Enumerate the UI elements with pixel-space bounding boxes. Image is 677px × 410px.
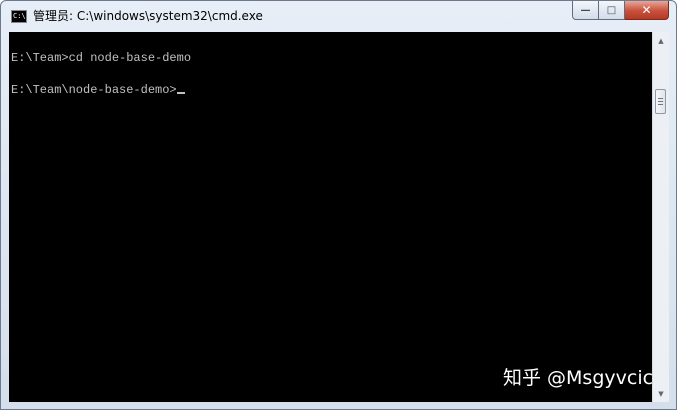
cmd-window: C:\ 管理员: C:\windows\system32\cmd.exe — □… bbox=[0, 0, 677, 410]
maximize-button[interactable]: □ bbox=[599, 1, 625, 20]
console-prompt-line: E:\Team\node-base-demo> bbox=[11, 83, 185, 97]
maximize-icon: □ bbox=[606, 4, 617, 16]
scroll-down-button[interactable]: ▼ bbox=[653, 385, 669, 402]
minimize-icon: — bbox=[580, 4, 591, 16]
close-button[interactable]: ✕ bbox=[625, 1, 669, 20]
grip-line bbox=[658, 98, 663, 99]
minimize-button[interactable]: — bbox=[572, 1, 599, 20]
window-controls: — □ ✕ bbox=[572, 1, 669, 20]
grip-line bbox=[658, 101, 663, 102]
close-icon: ✕ bbox=[641, 3, 652, 17]
console-prompt: E:\Team\node-base-demo> bbox=[11, 83, 177, 97]
chevron-down-icon: ▼ bbox=[658, 389, 664, 398]
watermark: 知乎 @Msgyvcici bbox=[503, 367, 652, 389]
window-title: 管理员: C:\windows\system32\cmd.exe bbox=[33, 9, 263, 23]
grip-line bbox=[658, 104, 663, 105]
scrollbar-thumb[interactable] bbox=[655, 89, 666, 114]
text-cursor bbox=[176, 92, 185, 94]
title-bar[interactable]: C:\ 管理员: C:\windows\system32\cmd.exe — □… bbox=[1, 1, 676, 32]
console-line: E:\Team>cd node-base-demo bbox=[11, 51, 192, 65]
cmd-icon[interactable]: C:\ bbox=[11, 10, 27, 23]
scroll-up-button[interactable]: ▲ bbox=[653, 32, 669, 49]
cmd-icon-label: C:\ bbox=[13, 12, 26, 20]
chevron-up-icon: ▲ bbox=[658, 36, 664, 45]
console-output[interactable]: E:\Team>cd node-base-demo E:\Team\node-b… bbox=[9, 32, 652, 402]
vertical-scrollbar[interactable]: ▲ ▼ bbox=[652, 32, 669, 402]
